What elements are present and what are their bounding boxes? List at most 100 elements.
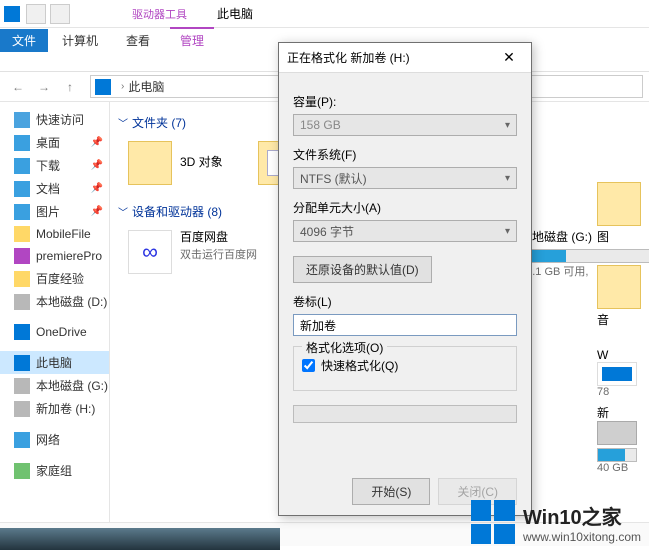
- dialog-body: 容量(P): 158 GB 文件系统(F) NTFS (默认) 分配单元大小(A…: [279, 73, 531, 433]
- sidebar-item-label: 此电脑: [36, 354, 72, 371]
- sidebar-item[interactable]: 网络: [0, 428, 109, 451]
- nav-back-icon[interactable]: ←: [6, 75, 30, 99]
- volume-label-label: 卷标(L): [293, 293, 517, 310]
- tab-computer[interactable]: 计算机: [48, 29, 112, 52]
- watermark: Win10之家 www.win10xitong.com: [471, 500, 641, 544]
- file-tab[interactable]: 文件: [0, 29, 48, 52]
- format-options-group: 格式化选项(O) 快速格式化(Q): [293, 346, 517, 391]
- group-devices-title: 设备和驱动器 (8): [132, 203, 222, 220]
- pin-icon: 📌: [91, 206, 103, 217]
- format-dialog: 正在格式化 新加卷 (H:) ✕ 容量(P): 158 GB 文件系统(F) N…: [278, 42, 532, 516]
- windows-logo-icon: [471, 500, 515, 544]
- sidebar-item-label: 新加卷 (H:): [36, 400, 95, 417]
- item-sublabel: 双击运行百度网: [180, 246, 288, 262]
- chevron-right-icon[interactable]: ›: [121, 81, 124, 92]
- watermark-url: www.win10xitong.com: [523, 530, 641, 544]
- quick-format-input[interactable]: [302, 359, 315, 372]
- dl-icon: [14, 158, 30, 174]
- drive-icon: [14, 401, 30, 417]
- sidebar-item[interactable]: 文档📌: [0, 177, 109, 200]
- quick-format-label: 快速格式化(Q): [321, 357, 398, 374]
- folder-icon: [597, 182, 641, 226]
- dialog-titlebar: 正在格式化 新加卷 (H:) ✕: [279, 43, 531, 73]
- nav-up-icon[interactable]: ↑: [58, 75, 82, 99]
- sidebar-item-label: OneDrive: [36, 325, 87, 339]
- filesystem-select[interactable]: NTFS (默认): [293, 167, 517, 189]
- watermark-brand: Win10之家: [523, 501, 641, 530]
- pin-icon: 📌: [91, 183, 103, 194]
- ribbon-context-label: 驱动器工具: [132, 6, 187, 22]
- folder-icon: [128, 141, 172, 185]
- volume-label-input[interactable]: [293, 314, 517, 336]
- close-icon[interactable]: ✕: [495, 48, 523, 68]
- sidebar-item-label: 百度经验: [36, 270, 84, 287]
- dialog-title: 正在格式化 新加卷 (H:): [287, 49, 495, 66]
- start-button[interactable]: 开始(S): [352, 478, 430, 505]
- sidebar-item[interactable]: 新加卷 (H:): [0, 397, 109, 420]
- window-title: 此电脑: [217, 5, 253, 22]
- sidebar-item-label: 网络: [36, 431, 60, 448]
- sidebar-item[interactable]: 下载📌: [0, 154, 109, 177]
- format-progress-bar: [293, 405, 517, 423]
- drive-item[interactable]: W78: [597, 348, 649, 398]
- item-label: 音: [597, 311, 649, 328]
- drive-item[interactable]: 新40 GB: [597, 404, 649, 474]
- filesystem-label: 文件系统(F): [293, 146, 517, 163]
- sidebar-item-label: premierePro: [36, 249, 102, 263]
- quick-format-checkbox[interactable]: 快速格式化(Q): [302, 357, 508, 374]
- folder-icon: [597, 265, 641, 309]
- allocation-select[interactable]: 4096 字节: [293, 220, 517, 242]
- chevron-down-icon: ﹀: [118, 204, 128, 219]
- sidebar-item-label: 下载: [36, 157, 60, 174]
- desk-icon: [14, 135, 30, 151]
- fldY-icon: [14, 226, 30, 242]
- window-titlebar: 驱动器工具 此电脑: [0, 0, 649, 28]
- sidebar-item[interactable]: 桌面📌: [0, 131, 109, 154]
- capacity-select[interactable]: 158 GB: [293, 114, 517, 136]
- home-icon: [14, 463, 30, 479]
- sidebar-item-label: 家庭组: [36, 462, 72, 479]
- tab-view[interactable]: 查看: [112, 29, 164, 52]
- drive-icon: [597, 421, 637, 445]
- app-icon: [4, 6, 20, 22]
- drive-icon: [597, 362, 637, 386]
- pic-icon: [14, 204, 30, 220]
- sidebar-item[interactable]: 快速访问: [0, 108, 109, 131]
- drive-item[interactable]: 百度网盘双击运行百度网: [128, 230, 288, 279]
- item-label: 百度网盘: [180, 230, 288, 246]
- item-label: 新: [597, 404, 649, 421]
- sidebar-item[interactable]: 家庭组: [0, 459, 109, 482]
- folder-item[interactable]: 音: [597, 265, 649, 328]
- restore-defaults-button[interactable]: 还原设备的默认值(D): [293, 256, 432, 283]
- format-options-legend: 格式化选项(O): [302, 339, 387, 356]
- taskbar-peek: [0, 528, 280, 550]
- item-label: 3D 对象: [180, 155, 223, 171]
- breadcrumb-root[interactable]: 此电脑: [128, 78, 164, 95]
- star-icon: [14, 112, 30, 128]
- sidebar-item[interactable]: 图片📌: [0, 200, 109, 223]
- qat-properties-icon[interactable]: [26, 4, 46, 24]
- right-overflow-column: 图音 W78 新40 GB: [597, 182, 649, 474]
- nav-sidebar: 快速访问桌面📌下载📌文档📌图片📌MobileFilepremierePro百度经…: [0, 102, 110, 522]
- sidebar-item[interactable]: 本地磁盘 (G:): [0, 374, 109, 397]
- qat-dropdown-icon[interactable]: [50, 4, 70, 24]
- tab-manage[interactable]: 管理: [170, 27, 214, 52]
- sidebar-item[interactable]: 百度经验: [0, 267, 109, 290]
- fldP-icon: [14, 248, 30, 264]
- capacity-bar: [597, 448, 637, 462]
- sidebar-item-label: MobileFile: [36, 227, 91, 241]
- chevron-down-icon: ﹀: [118, 115, 128, 130]
- sidebar-item-label: 快速访问: [36, 111, 84, 128]
- nav-fwd-icon: →: [32, 75, 56, 99]
- sidebar-item[interactable]: OneDrive: [0, 321, 109, 343]
- capacity-label: 容量(P):: [293, 93, 517, 110]
- net-icon: [14, 432, 30, 448]
- folder-item[interactable]: 3D 对象: [128, 141, 248, 185]
- sidebar-item[interactable]: 此电脑: [0, 351, 109, 374]
- drive-icon: [128, 230, 172, 274]
- folder-item[interactable]: 图: [597, 182, 649, 245]
- sidebar-item[interactable]: premierePro: [0, 245, 109, 267]
- sidebar-item[interactable]: MobileFile: [0, 223, 109, 245]
- drive-icon: [14, 294, 30, 310]
- sidebar-item[interactable]: 本地磁盘 (D:): [0, 290, 109, 313]
